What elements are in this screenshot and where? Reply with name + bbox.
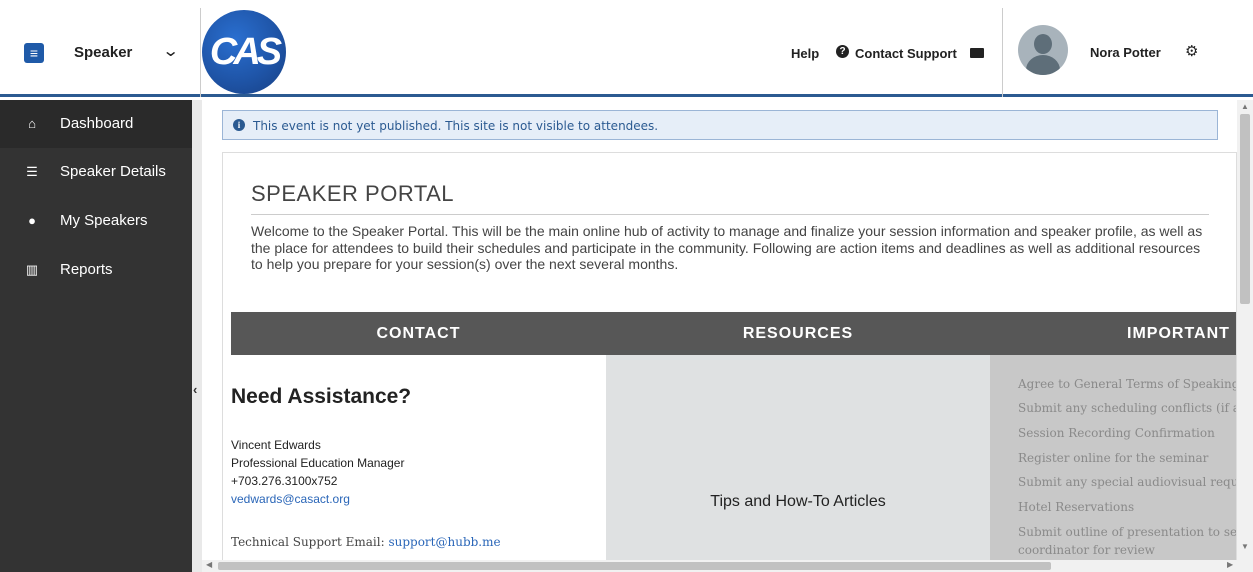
question-icon[interactable]: ? [836,45,849,58]
need-assistance-heading: Need Assistance? [231,385,412,408]
menu-icon[interactable]: ≡ [24,43,44,63]
avatar-body [1026,55,1060,75]
tech-support-email-link[interactable]: support@hubb.me [388,535,500,549]
bar-chart-icon: ▥ [25,262,39,277]
speaker-portal-panel: SPEAKER PORTAL Welcome to the Speaker Po… [222,152,1237,572]
vertical-scrollbar[interactable]: ▲ ▼ [1237,100,1253,560]
important-column-header: IMPORTANT [990,312,1236,355]
important-item[interactable]: coordinator for review [1018,543,1155,557]
horizontal-scroll-thumb[interactable] [218,562,1051,570]
sidebar-item-my-speakers[interactable]: ● My Speakers [0,197,192,245]
horizontal-scrollbar[interactable]: ◀ ▶ [202,560,1253,572]
tips-articles-link[interactable]: Tips and How-To Articles [606,493,990,511]
sidebar-gutter [192,100,202,572]
sidebar-item-speaker-details[interactable]: ☰ Speaker Details [0,148,192,196]
important-item[interactable]: Submit any scheduling conflicts (if ap [1018,401,1236,415]
sidebar-item-label: Reports [60,261,113,278]
gear-icon[interactable]: ⚙ [1185,42,1198,60]
scroll-right-icon[interactable]: ▶ [1227,560,1233,569]
list-icon: ☰ [26,164,38,179]
important-item[interactable]: Register online for the seminar [1018,451,1208,465]
avatar-head [1034,34,1052,54]
important-item[interactable]: Hotel Reservations [1018,500,1134,514]
home-icon: ⌂ [28,116,36,131]
envelope-icon[interactable] [970,48,984,58]
contact-role: Professional Education Manager [231,456,405,470]
contact-phone: +703.276.3100x752 [231,474,338,488]
header-divider [200,8,201,97]
important-item[interactable]: Submit any special audiovisual reque [1018,475,1236,489]
app-root: ≡ Speaker ⌄ CAS Help ? Contact Support N… [0,0,1253,572]
page-title: SPEAKER PORTAL [251,181,455,206]
important-item[interactable]: Session Recording Confirmation [1018,426,1215,440]
title-divider [251,214,1209,215]
top-header: ≡ Speaker ⌄ CAS Help ? Contact Support N… [0,0,1253,97]
tech-support-line: Technical Support Email: support@hubb.me [231,535,501,549]
tech-support-label: Technical Support Email: [231,535,389,549]
role-selector-label[interactable]: Speaker [74,44,132,61]
contact-column-header: CONTACT [231,312,606,355]
chevron-left-icon[interactable]: ‹ [193,382,197,397]
users-icon: ● [28,213,36,228]
scroll-down-icon[interactable]: ▼ [1241,542,1249,551]
sidebar: ⌂ Dashboard ☰ Speaker Details ● My Speak… [0,100,192,572]
notice-text: This event is not yet published. This si… [253,119,659,133]
contact-email-link[interactable]: vedwards@casact.org [231,492,350,506]
sidebar-item-label: Dashboard [60,115,134,132]
chevron-down-icon[interactable]: ⌄ [162,41,179,61]
vertical-scroll-thumb[interactable] [1240,114,1250,304]
resources-column-header: RESOURCES [606,312,990,355]
info-icon: i [233,119,245,131]
important-item[interactable]: Agree to General Terms of Speaking [1018,377,1236,391]
contact-support-link[interactable]: Contact Support [855,46,957,61]
sidebar-item-reports[interactable]: ▥ Reports [0,246,192,294]
header-divider [1002,8,1003,97]
scroll-left-icon[interactable]: ◀ [206,560,212,569]
important-item[interactable]: Submit outline of presentation to se [1018,525,1236,539]
sidebar-item-label: Speaker Details [60,163,166,180]
intro-text: Welcome to the Speaker Portal. This will… [251,223,1203,272]
contact-name: Vincent Edwards [231,438,321,452]
cas-logo[interactable]: CAS [202,10,286,94]
help-link[interactable]: Help [791,46,819,61]
user-name[interactable]: Nora Potter [1090,45,1161,60]
scroll-up-icon[interactable]: ▲ [1241,102,1249,111]
avatar[interactable] [1018,25,1068,75]
sidebar-item-label: My Speakers [60,212,148,229]
sidebar-item-dashboard[interactable]: ⌂ Dashboard [0,100,192,148]
resources-column [606,355,990,571]
unpublished-notice: i This event is not yet published. This … [222,110,1218,140]
